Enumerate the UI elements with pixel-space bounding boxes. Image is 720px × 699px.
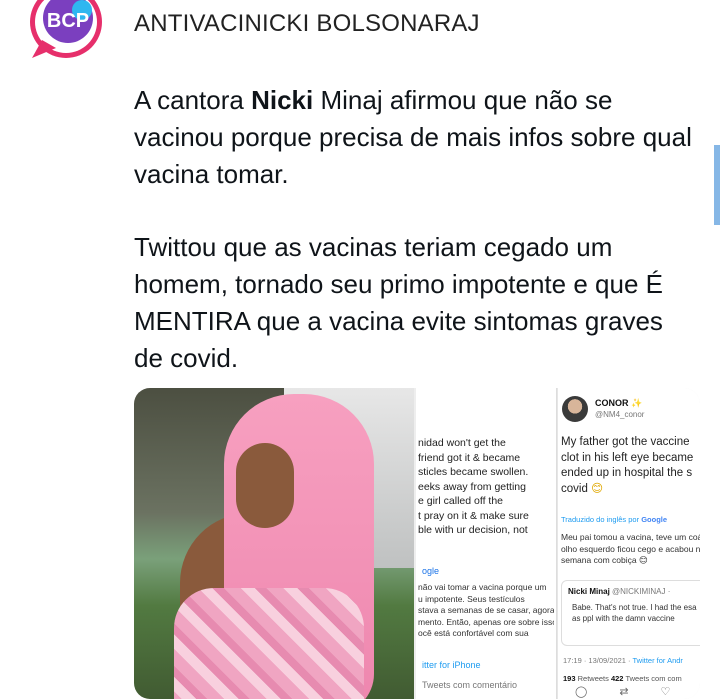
tweet-media[interactable]: nidad won't get the friend got it & beca… <box>134 388 700 699</box>
quoted-tweet-name: Nicki Minaj <box>568 587 610 596</box>
quotes-count: 422 <box>610 674 624 683</box>
retweets-count: 193 <box>563 674 576 683</box>
screenshot2-translation-line: semana com cobiça 😊 <box>561 555 648 565</box>
media-photo[interactable] <box>134 388 414 699</box>
screenshot2-translation-line: olho esquerdo ficou cego e acabou n <box>561 543 700 554</box>
screenshot2-name-text: CONOR <box>595 398 629 408</box>
para1-bold-name: Nicki <box>251 85 314 115</box>
screenshot2-name: CONOR ✨ <box>595 398 642 409</box>
quoted-tweet-handle: @NICKIMINAJ · <box>612 587 671 596</box>
smile-emoji-icon: 😊 <box>591 482 604 495</box>
screenshot2-quoted-tweet: Nicki Minaj @NICKIMINAJ · Babe. That's n… <box>561 580 700 646</box>
quoted-tweet-header: Nicki Minaj @NICKIMINAJ · <box>568 587 670 596</box>
screenshot1-translation-line: u impotente. Seus testículos <box>418 593 525 604</box>
screenshot2-meta: 17:19 · 13/09/2021 · Twitter for Andr <box>563 656 683 665</box>
screenshot2-translation-line: Meu pai tomou a vacina, teve um coá <box>561 532 700 542</box>
screenshot2-source: Twitter for Andr <box>632 656 683 665</box>
retweet-icon: ⇄ <box>619 686 661 698</box>
tweet-text: A cantora Nicki Minaj afirmou que não se… <box>134 82 694 413</box>
quoted-tweet-line: Babe. That's not true. I had the esa <box>572 603 697 612</box>
screenshot1-source: itter for iPhone <box>422 660 481 670</box>
like-icon: ♡ <box>660 686 700 698</box>
screenshot2-english-word: covid <box>561 482 588 495</box>
photo-figure-face <box>236 443 294 528</box>
screenshot1-line: ble with ur decision, not <box>418 524 528 536</box>
screenshot2-english-line: clot in his left eye became <box>561 451 694 464</box>
screenshot2-english-text: My father got the vaccine clot in his le… <box>561 435 700 497</box>
profile-handle[interactable]: ANTIVACINICKI BOLSONARAJ <box>134 10 480 38</box>
screenshot2-english-line: ended up in hospital the s <box>561 467 693 479</box>
screenshot1-line: sticles became swollen. <box>418 466 529 478</box>
translate-prefix: Traduzido do inglês por <box>561 515 640 524</box>
screenshot2-english-line: covid 😊 <box>561 482 700 498</box>
quotes-label: Tweets com com <box>625 674 682 683</box>
screenshot1-line: eeks away from getting <box>418 480 526 493</box>
screenshot1-translation-line: stava a semanas de se casar, agora a <box>418 605 554 615</box>
screenshot2-actions: ◯⇄♡ <box>575 685 700 698</box>
screenshot1-line: e girl called off the <box>418 495 504 507</box>
screenshot1-translation-line: mento. Então, apenas ore sobre isso <box>418 616 554 627</box>
google-logo: Google <box>641 515 668 524</box>
scrollbar[interactable] <box>714 145 720 225</box>
screenshot2-stats: 193 Retweets 422 Tweets com com <box>563 674 682 683</box>
screenshot1-comments: Tweets com comentário <box>422 680 518 690</box>
screenshot2-handle: @NM4_conor <box>595 410 645 419</box>
quoted-tweet-body: Babe. That's not true. I had the esa as … <box>572 603 697 624</box>
screenshot2-avatar <box>562 396 588 422</box>
screenshot2-divider <box>557 388 558 699</box>
screenshot1-line: nidad won't get the <box>418 437 506 449</box>
profile-avatar-logo[interactable]: BCP <box>22 0 112 60</box>
sparkle-icon: ✨ <box>631 398 643 408</box>
screenshot2-english-line: My father got the vaccine <box>561 436 690 448</box>
media-screenshot-1[interactable]: nidad won't get the friend got it & beca… <box>416 388 557 699</box>
tweet-paragraph-2: Twittou que as vacinas teriam cegado um … <box>134 232 663 373</box>
tweet-paragraph-1: A cantora Nicki Minaj afirmou que não se… <box>134 82 694 193</box>
screenshot1-google-label: ogle <box>422 566 440 576</box>
para1-start: A cantora <box>134 85 252 115</box>
screenshot1-translation: não vai tomar a vacina porque um u impot… <box>418 582 554 640</box>
screenshot2-timestamp: 17:19 · 13/09/2021 · <box>563 656 633 665</box>
screenshot2-translate-credit: Traduzido do inglês por Google <box>561 515 667 524</box>
screenshot2-translation: Meu pai tomou a vacina, teve um coá olho… <box>561 532 700 567</box>
screenshot1-translation-line: não vai tomar a vacina porque um <box>418 582 547 592</box>
media-screenshot-2[interactable]: CONOR ✨ @NM4_conor My father got the vac… <box>557 388 700 699</box>
screenshot1-line: t pray on it & make sure <box>418 509 529 522</box>
photo-figure-outfit <box>174 588 364 699</box>
logo-text: BCP <box>47 10 89 32</box>
retweets-label: Retweets <box>577 674 609 683</box>
screenshot1-text: nidad won't get the friend got it & beca… <box>418 436 556 538</box>
quoted-tweet-line: as ppl with the damn vaccine <box>572 613 675 623</box>
reply-icon: ◯ <box>575 686 620 698</box>
screenshot1-translation-line: ocê está confortável com sua <box>418 628 529 638</box>
screenshot1-line: friend got it & became <box>418 451 521 464</box>
